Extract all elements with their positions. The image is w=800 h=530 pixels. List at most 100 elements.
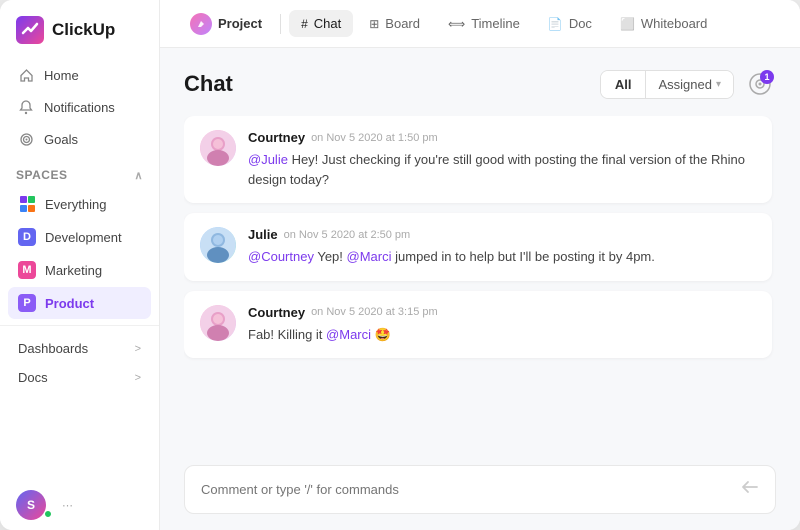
sidebar-item-dashboards[interactable]: Dashboards >: [8, 334, 151, 363]
page-title: Chat: [184, 71, 233, 97]
content-area: Chat All Assigned ▾: [160, 48, 800, 530]
notification-badge: 1: [760, 70, 774, 84]
main-panel: Project # Chat ⊞ Board ⟺ Timeline 📄 Doc …: [160, 0, 800, 530]
assigned-chevron-icon: ▾: [716, 79, 721, 90]
message-time: on Nov 5 2020 at 2:50 pm: [284, 229, 411, 241]
sidebar-item-goals[interactable]: Goals: [8, 124, 151, 154]
app-window: ClickUp Home Notifications Goals: [0, 0, 800, 530]
message-card: Courtney on Nov 5 2020 at 1:50 pm @Julie…: [184, 116, 772, 203]
sidebar-item-product[interactable]: P Product: [8, 287, 151, 319]
sidebar-item-marketing[interactable]: M Marketing: [8, 254, 151, 286]
sidebar-item-notifications-label: Notifications: [44, 100, 115, 115]
message-text: @Courtney Yep! @Marci jumped in to help …: [248, 247, 756, 267]
message-text: @Julie Hey! Just checking if you're stil…: [248, 150, 756, 189]
marketing-icon: M: [18, 261, 36, 279]
everything-icon: [18, 195, 36, 213]
sidebar-item-goals-label: Goals: [44, 132, 78, 147]
whiteboard-tab-icon: ⬜: [620, 17, 635, 31]
user-status-indicator: [44, 510, 52, 518]
spaces-collapse-icon[interactable]: ∧: [134, 169, 143, 182]
tab-whiteboard[interactable]: ⬜ Whiteboard: [608, 10, 719, 37]
tabs-bar: Project # Chat ⊞ Board ⟺ Timeline 📄 Doc …: [160, 0, 800, 48]
tab-board[interactable]: ⊞ Board: [357, 10, 432, 37]
comment-box: [184, 465, 776, 514]
message-author: Courtney: [248, 130, 305, 145]
avatar: [200, 227, 236, 263]
filter-group: All Assigned ▾: [600, 70, 734, 99]
project-label: Project: [218, 16, 262, 31]
tab-whiteboard-label: Whiteboard: [641, 16, 707, 31]
sidebar-item-development[interactable]: D Development: [8, 221, 151, 253]
message-time: on Nov 5 2020 at 3:15 pm: [311, 306, 438, 318]
courtney-avatar-img-2: [200, 305, 236, 341]
message-header: Courtney on Nov 5 2020 at 1:50 pm: [248, 130, 756, 145]
sidebar-item-home-label: Home: [44, 68, 79, 83]
chat-tab-icon: #: [301, 17, 308, 31]
sidebar-bottom: Dashboards > Docs >: [0, 325, 159, 396]
julie-avatar-img: [200, 227, 236, 263]
project-icon: [190, 13, 212, 35]
sidebar-item-everything[interactable]: Everything: [8, 188, 151, 220]
sidebar-item-notifications[interactable]: Notifications: [8, 92, 151, 122]
message-content: Julie on Nov 5 2020 at 2:50 pm @Courtney…: [248, 227, 756, 267]
user-settings-icon[interactable]: ⋯: [62, 499, 73, 512]
spaces-list: Everything D Development M Marketing P P…: [0, 186, 159, 321]
message-text: Fab! Killing it @Marci 🤩: [248, 325, 756, 345]
mention-julie[interactable]: @Julie: [248, 152, 288, 167]
bell-icon: [18, 99, 34, 115]
sidebar-item-home[interactable]: Home: [8, 60, 151, 90]
logo: ClickUp: [0, 0, 159, 56]
activity-icon-button[interactable]: 1: [744, 68, 776, 100]
message-header: Julie on Nov 5 2020 at 2:50 pm: [248, 227, 756, 242]
message-author: Courtney: [248, 305, 305, 320]
header-right: All Assigned ▾ 1: [600, 68, 776, 100]
message-content: Courtney on Nov 5 2020 at 1:50 pm @Julie…: [248, 130, 756, 189]
dev-icon: D: [18, 228, 36, 246]
goals-icon: [18, 131, 34, 147]
logo-text: ClickUp: [52, 20, 115, 40]
tab-timeline-label: Timeline: [471, 16, 520, 31]
tab-doc-label: Doc: [569, 16, 592, 31]
dev-label: Development: [45, 230, 122, 245]
sidebar-item-docs[interactable]: Docs >: [8, 363, 151, 392]
tab-board-label: Board: [385, 16, 420, 31]
clickup-logo-icon: [16, 16, 44, 44]
home-icon: [18, 67, 34, 83]
message-header: Courtney on Nov 5 2020 at 3:15 pm: [248, 305, 756, 320]
message-content: Courtney on Nov 5 2020 at 3:15 pm Fab! K…: [248, 305, 756, 345]
docs-chevron-icon: >: [135, 372, 141, 384]
project-tab[interactable]: Project: [180, 8, 272, 40]
comment-input[interactable]: [201, 482, 731, 497]
avatar: S: [16, 490, 46, 520]
doc-tab-icon: 📄: [548, 17, 563, 31]
filter-assigned-button[interactable]: Assigned ▾: [645, 71, 733, 98]
tab-divider: [280, 14, 281, 34]
tab-chat-label: Chat: [314, 16, 341, 31]
sidebar-user[interactable]: S ⋯: [0, 480, 159, 530]
filter-all-button[interactable]: All: [601, 71, 646, 98]
mention-courtney[interactable]: @Courtney: [248, 249, 314, 264]
marketing-label: Marketing: [45, 263, 102, 278]
everything-label: Everything: [45, 197, 106, 212]
avatar: [200, 130, 236, 166]
mention-marci[interactable]: @Marci: [347, 249, 392, 264]
message-author: Julie: [248, 227, 278, 242]
sidebar: ClickUp Home Notifications Goals: [0, 0, 160, 530]
spaces-header: Spaces ∧: [0, 158, 159, 186]
content-header: Chat All Assigned ▾: [184, 68, 776, 100]
mention-marci-2[interactable]: @Marci: [326, 327, 371, 342]
message-card: Julie on Nov 5 2020 at 2:50 pm @Courtney…: [184, 213, 772, 281]
timeline-tab-icon: ⟺: [448, 17, 465, 31]
message-time: on Nov 5 2020 at 1:50 pm: [311, 132, 438, 144]
messages-area: Courtney on Nov 5 2020 at 1:50 pm @Julie…: [184, 116, 776, 455]
board-tab-icon: ⊞: [369, 17, 379, 31]
send-icon[interactable]: [741, 478, 759, 501]
tab-chat[interactable]: # Chat: [289, 10, 353, 37]
tab-timeline[interactable]: ⟺ Timeline: [436, 10, 532, 37]
product-icon: P: [18, 294, 36, 312]
avatar: [200, 305, 236, 341]
dashboards-chevron-icon: >: [135, 343, 141, 355]
message-card: Courtney on Nov 5 2020 at 3:15 pm Fab! K…: [184, 291, 772, 359]
sidebar-nav: Home Notifications Goals: [0, 56, 159, 158]
tab-doc[interactable]: 📄 Doc: [536, 10, 604, 37]
